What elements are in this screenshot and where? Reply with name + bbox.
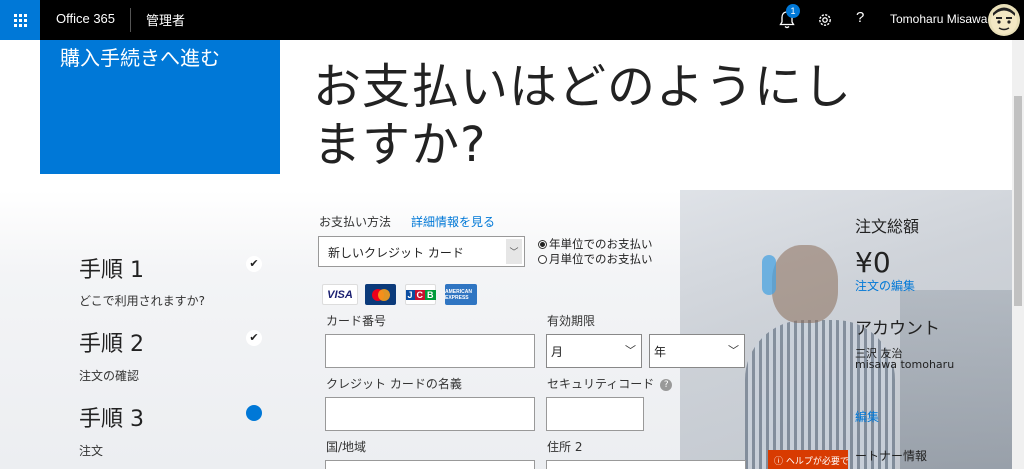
background-person-head (772, 245, 838, 323)
question-circle-icon: ⓘ (774, 457, 784, 467)
page-title: お支払いはどのようにし ますか? (313, 58, 983, 174)
page-title-line-2: ますか? (313, 117, 487, 173)
step-title: 手順 3 (79, 407, 144, 432)
radio-button-selected[interactable] (538, 239, 547, 249)
card-name-label: クレジット カードの名義 (326, 377, 462, 391)
payment-method-value: 新しいクレジット カード (328, 246, 464, 260)
step-2: 手順 2 (79, 326, 144, 358)
scrollbar-thumb[interactable] (1014, 96, 1022, 306)
billing-option-label: 月単位でのお支払い (549, 252, 653, 266)
visa-logo-icon: VISA (322, 284, 358, 305)
step-1: 手順 1 (79, 252, 144, 284)
avatar[interactable] (988, 4, 1020, 36)
country-select[interactable] (325, 460, 535, 469)
security-code-input[interactable] (546, 397, 644, 431)
help-needed-label: ヘルプが必要ですか? (785, 457, 848, 467)
brand-name[interactable]: Office 365 (56, 11, 115, 26)
topbar-divider (130, 8, 131, 32)
admin-section-label[interactable]: 管理者 (146, 10, 185, 29)
chevron-down-icon: ﹀ (506, 239, 522, 264)
step-description[interactable]: どこで利用されますか? (79, 292, 205, 309)
avatar-face-icon (991, 7, 1017, 34)
order-total-label: 注文総額 (855, 217, 920, 236)
step-description: 注文 (79, 444, 104, 458)
billing-monthly-option[interactable]: 月単位でのお支払い (538, 251, 653, 267)
expiry-year-value: 年 (654, 345, 667, 359)
radio-button[interactable] (538, 254, 547, 264)
step-title: 手順 2 (79, 332, 144, 357)
payment-method-label: お支払い方法 (319, 215, 392, 229)
order-total-value: ¥0 (855, 246, 891, 279)
details-link[interactable]: 詳細情報を見る (411, 213, 495, 230)
gear-icon[interactable] (816, 11, 834, 29)
app-launcher-button[interactable] (0, 0, 40, 40)
account-edit-link[interactable]: 編集 (855, 408, 879, 425)
expiry-month-value: 月 (551, 345, 564, 359)
chevron-down-icon: ﹀ (625, 344, 636, 357)
chevron-down-icon: ﹀ (728, 344, 739, 357)
expiry-year-select[interactable]: 年 ﹀ (649, 334, 745, 368)
expiry-month-select[interactable]: 月 ﹀ (546, 334, 642, 368)
address2-input[interactable] (546, 460, 746, 469)
country-label: 国/地域 (326, 440, 367, 454)
step-description[interactable]: 注文の確認 (79, 367, 139, 384)
help-icon[interactable]: ? (856, 9, 864, 26)
address2-label: 住所 2 (547, 440, 583, 454)
step-3: 手順 3 (79, 401, 144, 433)
billing-annual-option[interactable]: 年単位でのお支払い (538, 236, 653, 252)
check-icon: ✔ (246, 256, 262, 272)
current-step-dot-icon (246, 405, 262, 421)
account-id: misawa tomoharu (855, 358, 955, 371)
billing-option-label: 年単位でのお支払い (549, 237, 653, 251)
security-code-label: セキュリティコード? (547, 375, 673, 392)
question-icon[interactable]: ? (660, 378, 673, 391)
waffle-icon (13, 13, 27, 27)
expiry-label: 有効期限 (547, 314, 596, 328)
partner-info-label: ートナー情報 (855, 449, 928, 463)
page-title-line-1: お支払いはどのようにし (313, 59, 853, 115)
mastercard-logo-icon (365, 284, 396, 305)
checkout-title: 購入手続きへ進む (60, 46, 220, 70)
security-code-label-text: セキュリティコード (547, 377, 655, 391)
amex-logo-icon: AMERICAN EXPRESS (445, 284, 477, 305)
card-name-input[interactable] (325, 397, 535, 431)
order-edit-link[interactable]: 注文の編集 (855, 277, 915, 294)
notification-badge: 1 (786, 4, 800, 18)
payment-method-select[interactable]: 新しいクレジット カード ﹀ (318, 236, 525, 267)
account-label: アカウント (855, 319, 940, 339)
top-navigation-bar: Office 365 管理者 1 ? Tomoharu Misawa (0, 0, 1024, 40)
step-title: 手順 1 (79, 258, 144, 283)
user-name[interactable]: Tomoharu Misawa (890, 12, 987, 26)
check-icon: ✔ (246, 330, 262, 346)
jcb-logo-icon: JCB (405, 284, 436, 305)
background-headphone (762, 255, 776, 295)
card-number-input[interactable] (325, 334, 535, 368)
card-number-label: カード番号 (326, 314, 387, 328)
help-needed-button[interactable]: ⓘ ヘルプが必要ですか? (768, 450, 848, 469)
